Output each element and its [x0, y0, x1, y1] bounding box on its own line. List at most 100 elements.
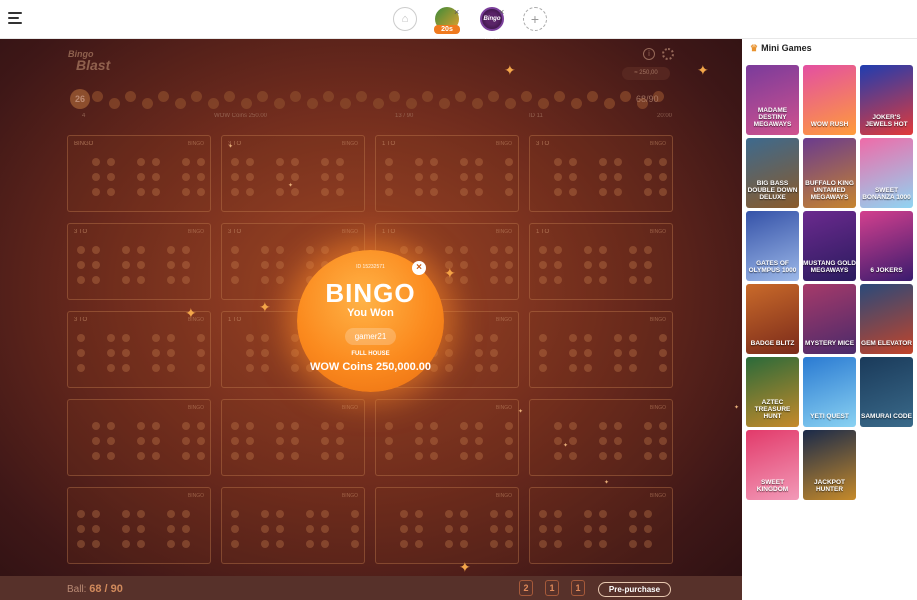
card-number-cell	[385, 422, 393, 430]
cards-count: 13 / 90	[395, 113, 414, 119]
card-number-cell	[231, 246, 239, 254]
mini-game-tile[interactable]: MYSTERY MICE	[803, 284, 856, 354]
card-number-cell	[505, 510, 513, 518]
pre-purchase-button[interactable]: Pre-purchase	[598, 582, 671, 597]
card-number-cell	[659, 349, 667, 357]
card-title: 3 TO	[536, 141, 550, 147]
mini-game-tile[interactable]: MUSTANG GOLD MEGAWAYS	[803, 211, 856, 281]
stats-row: 4 WOW Coins 250.00 13 / 90 ID 11 20:00	[68, 113, 676, 123]
card-title: 1 TO	[536, 229, 550, 235]
mini-game-tile[interactable]: JOKER'S JEWELS HOT	[860, 65, 913, 135]
bingo-card[interactable]: BINGO BINGO	[67, 135, 211, 212]
card-number-cell	[460, 276, 468, 284]
bingo-card[interactable]: BINGO	[221, 399, 365, 476]
card-number-cell	[539, 334, 547, 342]
card-number-cell	[107, 334, 115, 342]
card-number-cell	[629, 246, 637, 254]
card-number-cell	[490, 525, 498, 533]
bingo-card[interactable]: BINGO	[67, 487, 211, 564]
card-number-cell	[231, 452, 239, 460]
mini-game-tile[interactable]: GEM ELEVATOR	[860, 284, 913, 354]
quantity-option-1[interactable]: 2	[519, 580, 533, 596]
home-button[interactable]: ⌂	[393, 7, 417, 31]
mini-game-title: JOKER'S JEWELS HOT	[865, 114, 908, 128]
card-number-cell	[276, 510, 284, 518]
drawn-ball	[339, 98, 351, 109]
bingo-card[interactable]: 1 TO BINGO	[375, 135, 519, 212]
hamburger-menu-icon[interactable]	[8, 12, 22, 24]
mini-game-tile[interactable]: WOW RUSH	[803, 65, 856, 135]
mini-game-tile[interactable]: AZTEC TREASURE HUNT	[746, 357, 799, 427]
card-number-cell	[167, 261, 175, 269]
bingo-card[interactable]: 3 TO BINGO	[67, 223, 211, 300]
mini-game-tile[interactable]: GATES OF OLYMPUS 1000	[746, 211, 799, 281]
card-number-cell	[122, 510, 130, 518]
card-number-cell	[505, 452, 513, 460]
card-number-cell	[460, 422, 468, 430]
card-number-cell	[385, 173, 393, 181]
gear-icon[interactable]	[662, 48, 674, 60]
card-number-cell	[92, 173, 100, 181]
card-number-cell	[197, 334, 205, 342]
card-number-cell	[167, 276, 175, 284]
card-number-cell	[261, 525, 269, 533]
mini-game-tile[interactable]: BADGE BLITZ	[746, 284, 799, 354]
card-number-cell	[107, 437, 115, 445]
mini-game-title: JACKPOT HUNTER	[813, 479, 846, 493]
bingo-card[interactable]: BINGO	[529, 399, 673, 476]
info-icon[interactable]: i	[643, 48, 655, 60]
card-number-cell	[291, 437, 299, 445]
players-count: 4	[82, 113, 86, 119]
bingo-card[interactable]: 3 TO BINGO	[221, 135, 365, 212]
tab-game-2-close-icon[interactable]: ×	[499, 7, 504, 17]
card-number-cell	[291, 422, 299, 430]
card-number-cell	[385, 158, 393, 166]
mini-game-tile[interactable]: BIG BASS DOUBLE DOWN DELUXE	[746, 138, 799, 208]
bingo-card[interactable]: BINGO	[221, 487, 365, 564]
tab-game-1-close-icon[interactable]: ×	[454, 7, 459, 17]
bingo-card[interactable]: 3 TO BINGO	[529, 135, 673, 212]
card-number-cell	[460, 525, 468, 533]
mini-game-tile[interactable]: SWEET BONANZA 1000	[860, 138, 913, 208]
card-number-cell	[77, 540, 85, 548]
drawn-ball	[356, 91, 367, 102]
bingo-card[interactable]: BINGO	[375, 487, 519, 564]
ball-count-value: 68 / 90	[89, 583, 123, 595]
mini-game-tile[interactable]: MADAME DESTINY MEGAWAYS	[746, 65, 799, 135]
mini-game-tile[interactable]: 6 JOKERS	[860, 211, 913, 281]
drawn-ball	[108, 98, 120, 109]
bingo-card[interactable]: BINGO	[529, 487, 673, 564]
drawn-ball	[422, 91, 433, 102]
card-number-cell	[77, 349, 85, 357]
card-number-cell	[336, 422, 344, 430]
mini-game-tile[interactable]: YETI QUEST	[803, 357, 856, 427]
mini-game-tile[interactable]: SWEET KINGDOM	[746, 430, 799, 500]
sparkle-decoration: ✦	[504, 62, 516, 78]
bingo-card[interactable]: 3 TO BINGO	[67, 311, 211, 388]
card-number-cell	[599, 261, 607, 269]
mini-game-tile[interactable]: BUFFALO KING UNTAMED MEGAWAYS	[803, 138, 856, 208]
add-tab-button[interactable]: +	[523, 7, 547, 31]
bingo-card[interactable]: BINGO	[529, 311, 673, 388]
card-number-cell	[231, 276, 239, 284]
card-number-cell	[261, 510, 269, 518]
card-number-cell	[152, 437, 160, 445]
mini-game-tile[interactable]: JACKPOT HUNTER	[803, 430, 856, 500]
home-icon: ⌂	[401, 13, 409, 25]
card-number-cell	[569, 437, 577, 445]
drawn-ball	[554, 91, 565, 102]
bingo-card[interactable]: BINGO	[67, 399, 211, 476]
bingo-card[interactable]: BINGO	[375, 399, 519, 476]
bingo-card[interactable]: 1 TO BINGO	[529, 223, 673, 300]
quantity-option-2[interactable]: 1	[545, 580, 559, 596]
card-number-cell	[644, 173, 652, 181]
card-number-cell	[599, 437, 607, 445]
popup-close-button[interactable]: ×	[412, 261, 426, 275]
card-status: BINGO	[495, 493, 512, 499]
card-number-cell	[614, 188, 622, 196]
card-number-cell	[122, 246, 130, 254]
card-number-cell	[167, 349, 175, 357]
card-status: BINGO	[341, 141, 358, 147]
mini-game-tile[interactable]: SAMURAI CODE	[860, 357, 913, 427]
quantity-option-3[interactable]: 1	[571, 580, 585, 596]
